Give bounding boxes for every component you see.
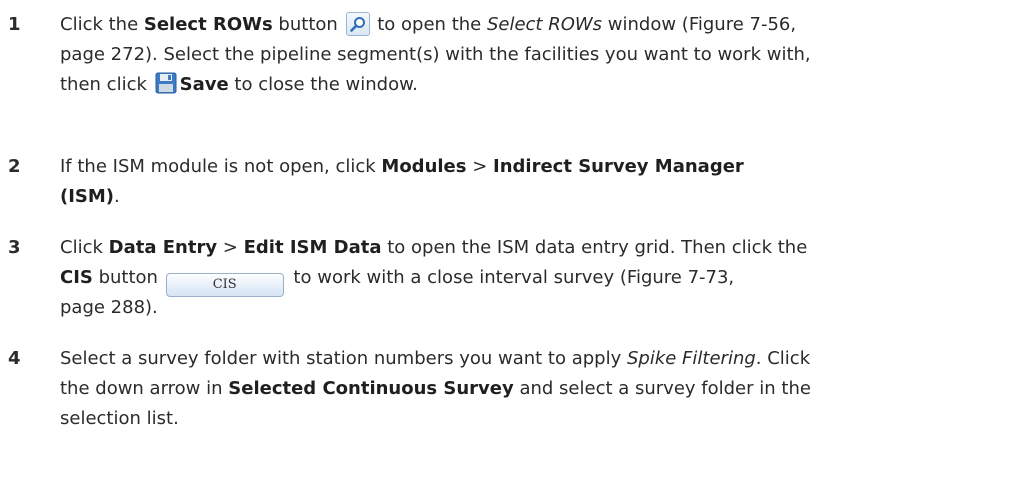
step-text: If the ISM module is not open, click Mod… xyxy=(60,152,1028,212)
text-run: window (Figure 7-56, xyxy=(602,14,797,35)
step-text: Select a survey folder with station numb… xyxy=(60,344,1028,434)
text-run: to close the window. xyxy=(228,74,418,95)
step-line: Select a survey folder with station numb… xyxy=(60,344,1028,374)
step-number: 1 xyxy=(8,14,21,35)
text-run: Select a survey folder with station numb… xyxy=(60,348,627,369)
step-number: 3 xyxy=(8,237,21,258)
step-line: then click Save to close the window. xyxy=(60,70,1028,100)
text-run: to open the ISM data entry grid. Then cl… xyxy=(381,237,808,258)
floppy-disk-icon xyxy=(155,72,177,94)
step-text: Click the Select ROWs button to open the… xyxy=(60,10,1028,100)
step-text: Click Data Entry > Edit ISM Data to open… xyxy=(60,233,1028,323)
text-run: to open the xyxy=(371,14,487,35)
cis-button-image: CIS xyxy=(165,273,284,297)
bold-term: Save xyxy=(179,74,229,95)
step-line: page 288). xyxy=(60,297,158,318)
step-line: If the ISM module is not open, click Mod… xyxy=(60,152,1028,182)
text-run: > xyxy=(217,237,244,258)
bold-term: Selected Continuous Survey xyxy=(228,378,514,399)
italic-term: Select ROWs xyxy=(486,14,603,35)
bold-term: Edit ISM Data xyxy=(243,237,382,258)
step-line: Click Data Entry > Edit ISM Data to open… xyxy=(60,233,1028,263)
bold-term: CIS xyxy=(60,267,93,288)
text-run: the down arrow in xyxy=(60,378,229,399)
bold-term: Select ROWs xyxy=(143,14,273,35)
text-run: Click xyxy=(60,237,109,258)
step-line: page 272). Select the pipeline segment(s… xyxy=(60,44,811,65)
step-line: CIS button CIS to work with a close inte… xyxy=(60,263,1028,297)
text-run: then click xyxy=(60,74,153,95)
select-rows-button-icon xyxy=(345,12,370,36)
text-run: . Click xyxy=(755,348,811,369)
bold-term: Data Entry xyxy=(108,237,218,258)
text-run: button xyxy=(272,14,344,35)
bold-term: (ISM) xyxy=(60,186,115,207)
document-page: 1 Click the Select ROWs button to open t… xyxy=(0,0,1034,489)
text-run: If the ISM module is not open, click xyxy=(60,156,382,177)
magnifier-icon xyxy=(349,17,365,32)
text-run: and select a survey folder in the xyxy=(513,378,811,399)
text-run: . xyxy=(114,186,120,207)
text-run: button xyxy=(92,267,164,288)
bold-term: Indirect Survey Manager xyxy=(493,156,744,177)
step-number: 4 xyxy=(8,348,21,369)
step-line: (ISM). xyxy=(60,182,1028,212)
text-run: > xyxy=(466,156,494,177)
step-number: 2 xyxy=(8,156,21,177)
text-run: to work with a close interval survey (Fi… xyxy=(287,267,735,288)
bold-term: Modules xyxy=(381,156,467,177)
step-line: Click the Select ROWs button to open the… xyxy=(60,10,1028,40)
text-run: Click the xyxy=(60,14,144,35)
italic-term: Spike Filtering xyxy=(626,348,756,369)
step-line: selection list. xyxy=(60,408,179,429)
step-line: the down arrow in Selected Continuous Su… xyxy=(60,374,1028,404)
